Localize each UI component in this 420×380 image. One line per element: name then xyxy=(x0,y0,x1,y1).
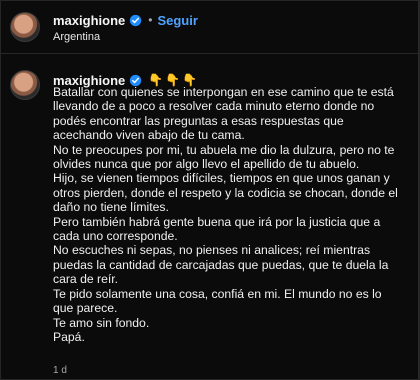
comment-paragraph: No te preocupes por mi, tu abuela me dio… xyxy=(53,142,395,172)
verified-badge-icon xyxy=(129,14,142,27)
comment-paragraph: Pero también habrá gente buena que irá p… xyxy=(53,214,381,244)
instagram-post-panel: maxighione • Seguir Argentina maxighione… xyxy=(0,0,420,380)
comment-avatar[interactable] xyxy=(10,70,40,100)
comment-paragraph: No escuches ni sepas, no pienses ni anal… xyxy=(53,243,389,287)
comment-paragraph: Papá. xyxy=(53,329,85,344)
post-location[interactable]: Argentina xyxy=(53,31,100,43)
post-header-line: maxighione • Seguir xyxy=(53,11,198,29)
comment-timestamp[interactable]: 1 d xyxy=(53,365,67,376)
comment-body: Batallar con quienes se interpongan en e… xyxy=(53,85,403,344)
comment-paragraph: Te pido solamente una cosa, confiá en mi… xyxy=(53,286,382,316)
post-header: maxighione • Seguir Argentina xyxy=(1,1,419,54)
follow-button[interactable]: Seguir xyxy=(157,13,197,28)
panel-divider xyxy=(418,1,419,379)
profile-avatar[interactable] xyxy=(10,12,40,42)
comment-paragraph: Te amo sin fondo. xyxy=(53,315,150,330)
username[interactable]: maxighione xyxy=(53,13,125,28)
separator-dot: • xyxy=(148,13,153,27)
comment-paragraph: Batallar con quienes se interpongan en e… xyxy=(53,85,394,143)
comment-paragraph: Hijo, se vienen tiempos difíciles, tiemp… xyxy=(53,171,398,215)
